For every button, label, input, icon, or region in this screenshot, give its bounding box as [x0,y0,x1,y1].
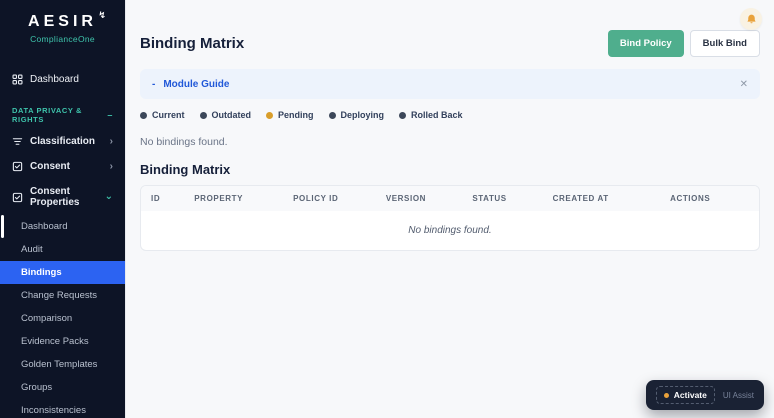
chevron-right-icon: › [109,160,113,172]
group-label: Classification [30,136,96,147]
checkbox-icon [12,161,23,172]
collapse-dash-icon: - [152,78,156,90]
sidebar-subitem-golden-templates[interactable]: Golden Templates [0,353,125,376]
bell-icon [745,13,758,26]
status-dot [266,111,274,119]
group-label: Consent [30,161,70,172]
sidebar-subitem-inconsistencies[interactable]: Inconsistencies [0,399,125,418]
assist-name-label: UI Assist [722,390,754,400]
sidebar-item-consent-properties[interactable]: Consent Properties ⌄ [0,179,125,215]
col-property: PROPERTY [184,186,284,211]
table-header-row: ID PROPERTY POLICY ID VERSION STATUS CRE… [141,186,759,211]
chevron-right-icon: › [109,135,113,147]
sidebar-subitem-dashboard[interactable]: Dashboard [0,215,125,238]
sidebar-subitem-evidence-packs[interactable]: Evidence Packs [0,330,125,353]
sidebar-subitem-comparison[interactable]: Comparison [0,307,125,330]
sidebar-item-label: Dashboard [30,74,79,85]
main-content: Binding Matrix Bind Policy Bulk Bind - M… [125,0,774,418]
legend-item-deploying: Deploying [328,110,384,120]
checkbox-icon [12,192,23,203]
status-legend: Current Outdated Pending Deploying Rolle… [140,110,760,120]
sidebar-item-dashboard[interactable]: Dashboard [0,68,125,91]
logo-bolt-icon: ↯ [98,10,106,20]
legend-item-outdated: Outdated [199,110,251,120]
sidebar-subitem-groups[interactable]: Groups [0,376,125,399]
sidebar-subitem-change-requests[interactable]: Change Requests [0,284,125,307]
status-dot [199,111,207,119]
filter-lines-icon [12,136,23,147]
page-header: Binding Matrix Bind Policy Bulk Bind [140,30,760,57]
legend-item-current: Current [140,110,185,120]
close-icon[interactable]: ✕ [740,79,748,90]
sidebar-item-classification[interactable]: Classification › [0,129,125,154]
bind-policy-button[interactable]: Bind Policy [607,30,684,57]
sidebar-section-data-privacy[interactable]: DATA PRIVACY & RIGHTS – [0,99,125,129]
sidebar: AESIR ↯ ComplianceOne Dashboard DATA PRI… [0,0,125,418]
empty-note: No bindings found. [140,136,228,148]
page-title: Binding Matrix [140,35,245,52]
activate-button[interactable]: Activate [655,386,715,404]
table-empty-message: No bindings found. [408,225,492,236]
status-dot [140,111,147,119]
status-dot [663,392,669,398]
app-logo: AESIR ↯ ComplianceOne [0,0,125,44]
module-guide-toggle[interactable]: - Module Guide [152,79,229,90]
ui-assist-widget[interactable]: Activate UI Assist [645,380,764,410]
bindings-table: ID PROPERTY POLICY ID VERSION STATUS CRE… [141,186,759,250]
legend-item-rolled-back: Rolled Back [399,110,463,120]
legend-item-pending: Pending [266,110,314,120]
col-version: VERSION [375,186,463,211]
module-guide-label: Module Guide [163,78,230,90]
table-section-title: Binding Matrix [140,162,231,177]
status-dot [328,111,336,119]
sidebar-subitem-bindings[interactable]: Bindings [0,261,125,284]
section-collapse-icon[interactable]: – [107,110,113,120]
table-empty-row: No bindings found. [141,211,759,250]
col-created-at: CREATED AT [542,186,661,211]
chevron-down-icon: ⌄ [104,191,113,202]
sidebar-scrollbar-thumb[interactable] [1,215,4,238]
col-actions: ACTIONS [660,186,759,211]
grid-icon [12,74,23,85]
bulk-bind-button[interactable]: Bulk Bind [689,30,760,57]
bindings-table-card: ID PROPERTY POLICY ID VERSION STATUS CRE… [140,185,760,251]
notifications-button[interactable] [740,8,762,30]
group-label: Consent Properties [30,186,80,208]
logo-subtitle: ComplianceOne [30,34,95,44]
col-status: STATUS [462,186,543,211]
header-actions: Bind Policy Bulk Bind [607,30,760,57]
logo-title: AESIR ↯ [28,10,106,30]
sidebar-subitem-audit[interactable]: Audit [0,238,125,261]
status-dot [399,111,407,119]
sidebar-item-consent[interactable]: Consent › [0,154,125,179]
module-guide-banner: - Module Guide ✕ [140,69,760,99]
section-label: DATA PRIVACY & RIGHTS [12,106,83,124]
col-id: ID [141,186,185,211]
col-policy-id: POLICY ID [283,186,376,211]
